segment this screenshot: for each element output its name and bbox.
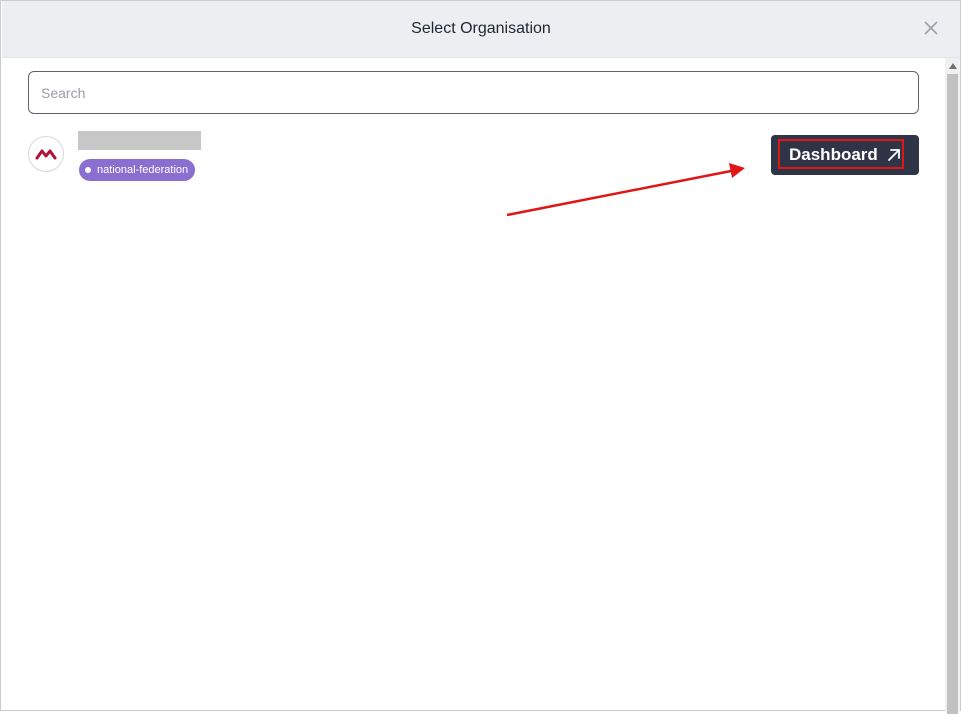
scrollbar-thumb[interactable] (947, 74, 958, 714)
organisation-type-badge: national-federation (79, 159, 196, 181)
dialog-title: Select Organisation (411, 20, 551, 37)
vertical-scrollbar[interactable] (945, 58, 960, 714)
scroll-up-button[interactable] (945, 58, 960, 74)
badge-label: national-federation (97, 164, 189, 176)
triangle-up-icon (948, 63, 957, 69)
select-organisation-dialog: Select Organisation national-federation … (0, 0, 961, 714)
search-input[interactable] (28, 71, 919, 114)
close-icon (924, 21, 938, 35)
badge-dot (85, 167, 91, 173)
dashboard-button-label: Dashboard (789, 145, 878, 164)
external-link-arrow-icon (888, 149, 900, 161)
dialog-header: Select Organisation (2, 1, 960, 58)
organisation-avatar (28, 136, 64, 172)
close-button[interactable] (922, 19, 940, 37)
dashboard-button[interactable]: Dashboard (771, 135, 919, 175)
organisation-logo-icon (35, 149, 57, 160)
organisation-name-redacted (78, 131, 201, 150)
